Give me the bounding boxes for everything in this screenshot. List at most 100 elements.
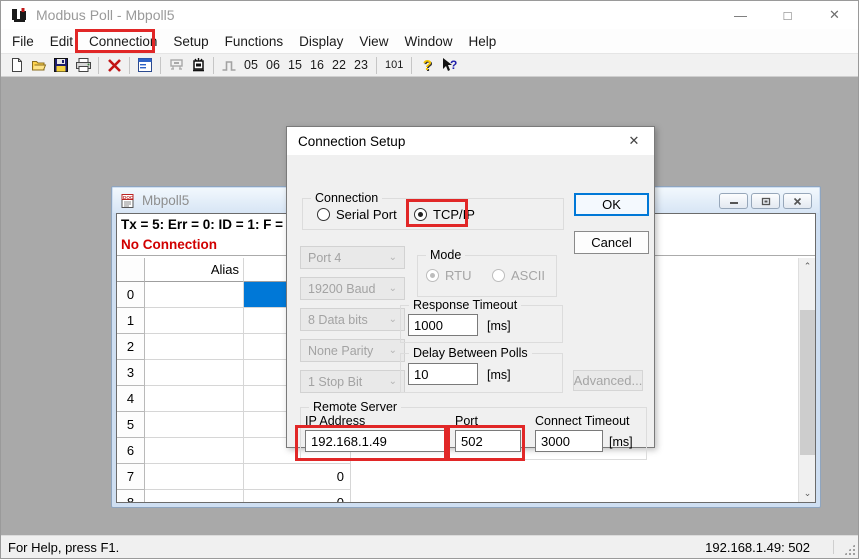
toolbar-separator — [129, 57, 130, 74]
menu-display[interactable]: Display — [291, 31, 351, 52]
parity-value: None Parity — [308, 344, 373, 358]
menu-view[interactable]: View — [351, 31, 396, 52]
menu-window[interactable]: Window — [396, 31, 460, 52]
stop-bit-select[interactable]: 1 Stop Bit⌄ — [300, 370, 405, 393]
rtu-radio[interactable]: RTU — [426, 268, 471, 283]
row-header[interactable]: 3 — [117, 360, 145, 386]
doc-minimize-button[interactable] — [719, 193, 748, 209]
tcpip-radio[interactable]: TCP/IP — [414, 207, 475, 222]
disconnect-icon[interactable] — [103, 54, 125, 76]
minimize-button[interactable]: — — [717, 1, 764, 29]
single-poll-icon[interactable] — [218, 54, 240, 76]
doc-close-button[interactable] — [783, 193, 812, 209]
baud-rate-select[interactable]: 19200 Baud⌄ — [300, 277, 405, 300]
port-input[interactable]: 502 — [455, 430, 521, 452]
advanced-button[interactable]: Advanced... — [573, 370, 643, 391]
chevron-down-icon: ⌄ — [389, 314, 397, 325]
function-06-button[interactable]: 06 — [262, 54, 284, 76]
poll-once-icon[interactable] — [187, 54, 209, 76]
alias-cell[interactable] — [145, 386, 244, 412]
row-header[interactable]: 7 — [117, 464, 145, 490]
ascii-radio[interactable]: ASCII — [492, 268, 545, 283]
help-icon[interactable]: ? — [416, 54, 438, 76]
ip-address-label: IP Address — [305, 414, 365, 428]
alias-cell[interactable] — [145, 360, 244, 386]
data-bits-select[interactable]: 8 Data bits⌄ — [300, 308, 405, 331]
display-setup-icon[interactable] — [134, 54, 156, 76]
menu-functions[interactable]: Functions — [217, 31, 292, 52]
menu-connection[interactable]: Connection — [81, 31, 165, 52]
alias-cell[interactable] — [145, 308, 244, 334]
value-cell[interactable]: 0 — [244, 490, 351, 502]
alias-cell[interactable] — [145, 438, 244, 464]
context-help-icon[interactable]: ? — [438, 54, 460, 76]
alias-cell[interactable] — [145, 490, 244, 502]
function-23-button[interactable]: 23 — [350, 54, 372, 76]
corner-header-cell — [117, 258, 145, 282]
dialog-close-icon[interactable]: ✕ — [614, 127, 654, 155]
dialog-title: Connection Setup — [298, 134, 405, 149]
new-file-icon[interactable] — [6, 54, 28, 76]
rtu-label: RTU — [445, 268, 471, 283]
ip-address-input[interactable]: 192.168.1.49 — [305, 430, 445, 452]
connect-timeout-input[interactable]: 3000 — [535, 430, 603, 452]
row-header[interactable]: 0 — [117, 282, 145, 308]
poll-definition-disabled-icon[interactable] — [165, 54, 187, 76]
scrollbar-thumb[interactable] — [800, 310, 815, 455]
row-header[interactable]: 8 — [117, 490, 145, 502]
doc-restore-button[interactable] — [751, 193, 780, 209]
alias-cell[interactable] — [145, 464, 244, 490]
alias-cell[interactable] — [145, 412, 244, 438]
print-icon[interactable] — [72, 54, 94, 76]
row-header[interactable]: 4 — [117, 386, 145, 412]
open-file-icon[interactable] — [28, 54, 50, 76]
function-15-button[interactable]: 15 — [284, 54, 306, 76]
remote-server-groupbox: Remote Server IP Address 192.168.1.49 Po… — [300, 407, 647, 460]
status-separator — [833, 540, 834, 554]
save-icon[interactable] — [50, 54, 72, 76]
toolbar-separator — [376, 57, 377, 74]
maximize-button[interactable]: □ — [764, 1, 811, 29]
function-101-button[interactable]: 101 — [381, 54, 407, 76]
status-bar: For Help, press F1. 192.168.1.49: 502 — [1, 535, 858, 558]
port-label: Port — [455, 414, 478, 428]
toolbar-separator — [98, 57, 99, 74]
scroll-up-icon[interactable]: ⌃ — [799, 258, 816, 275]
function-05-button[interactable]: 05 — [240, 54, 262, 76]
row-header[interactable]: 2 — [117, 334, 145, 360]
serial-port-select[interactable]: Port 4⌄ — [300, 246, 405, 269]
chevron-down-icon: ⌄ — [389, 252, 397, 263]
menu-file[interactable]: File — [4, 31, 42, 52]
ok-button[interactable]: OK — [574, 193, 649, 216]
function-16-button[interactable]: 16 — [306, 54, 328, 76]
radio-selected-icon — [426, 269, 439, 282]
cancel-button[interactable]: Cancel — [574, 231, 649, 254]
table-row: 7 0 — [117, 464, 798, 490]
chevron-down-icon: ⌄ — [389, 345, 397, 356]
menu-setup[interactable]: Setup — [165, 31, 216, 52]
serial-port-radio[interactable]: Serial Port — [317, 207, 397, 222]
tcpip-label: TCP/IP — [433, 207, 475, 222]
response-timeout-input[interactable]: 1000 — [408, 314, 478, 336]
scroll-down-icon[interactable]: ⌄ — [799, 485, 816, 502]
dialog-title-bar[interactable]: Connection Setup ✕ — [287, 127, 654, 155]
row-header[interactable]: 5 — [117, 412, 145, 438]
alias-cell[interactable] — [145, 282, 244, 308]
function-22-button[interactable]: 22 — [328, 54, 350, 76]
row-header[interactable]: 1 — [117, 308, 145, 334]
status-connection-text: 192.168.1.49: 502 — [705, 540, 810, 555]
toolbar-separator — [411, 57, 412, 74]
alias-cell[interactable] — [145, 334, 244, 360]
baud-rate-value: 19200 Baud — [308, 282, 375, 296]
resize-grip-icon[interactable] — [843, 543, 856, 556]
menu-edit[interactable]: Edit — [42, 31, 81, 52]
delay-input[interactable]: 10 — [408, 363, 478, 385]
alias-column-header[interactable]: Alias — [145, 258, 244, 282]
row-header[interactable]: 6 — [117, 438, 145, 464]
close-button[interactable]: ✕ — [811, 1, 858, 29]
parity-select[interactable]: None Parity ⌄ — [300, 339, 405, 362]
connect-timeout-unit: [ms] — [609, 435, 633, 449]
vertical-scrollbar[interactable]: ⌃ ⌄ — [798, 258, 815, 502]
value-cell[interactable]: 0 — [244, 464, 351, 490]
menu-help[interactable]: Help — [460, 31, 504, 52]
